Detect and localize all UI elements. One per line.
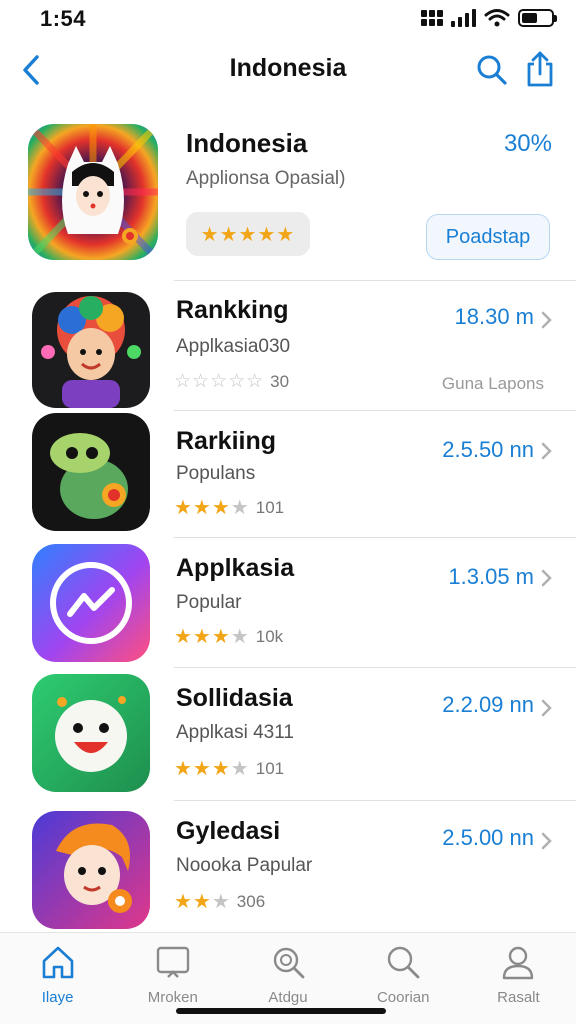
- divider: [174, 280, 576, 281]
- tab-label: Rasalt: [497, 989, 540, 1006]
- list-item[interactable]: Sollidasia Applkasi 4311 ★★★★ 101 2.2.09…: [0, 668, 576, 800]
- app-name: Gyledasi: [176, 817, 281, 845]
- app-icon: [32, 544, 150, 662]
- signal-icon: [451, 9, 476, 27]
- chevron-right-icon: [541, 311, 552, 329]
- rating-count: 10k: [255, 626, 284, 646]
- app-icon: [32, 674, 150, 792]
- status-time: 1:54: [40, 6, 87, 31]
- app-subtitle: Applkasi 4311: [176, 722, 294, 743]
- chevron-right-icon: [541, 442, 552, 460]
- featured-subtitle: Applionsa Opasial): [186, 168, 346, 189]
- search-icon: [388, 946, 420, 979]
- tab-label: Coorian: [376, 989, 430, 1006]
- tab-label: Ilaye: [41, 989, 74, 1006]
- app-subtitle: Applkasia030: [176, 336, 291, 357]
- app-rating: ★★★ 306: [174, 889, 265, 914]
- home-icon: [42, 946, 73, 979]
- chevron-right-icon: [541, 699, 552, 717]
- nav-bar: Indonesia: [0, 40, 576, 102]
- featured-app-name: Indonesia: [186, 128, 308, 158]
- featured-percent: 30%: [503, 130, 552, 157]
- rating-count: 30: [270, 371, 290, 391]
- wifi-icon: [484, 9, 510, 27]
- rating-count: 101: [255, 758, 285, 778]
- home-indicator[interactable]: [176, 1008, 386, 1014]
- app-name: Rarkiing: [176, 427, 277, 455]
- battery-icon: [518, 9, 557, 27]
- app-name: Applkasia: [176, 554, 295, 582]
- list-item[interactable]: Rankking Applkasia030 ☆☆☆☆☆ 30 18.30 m G…: [0, 282, 576, 410]
- rating-count: 101: [255, 497, 285, 517]
- star-rating-icon: ★★★★: [174, 497, 250, 519]
- featured-app-card[interactable]: Indonesia 30% Applionsa Opasial) ★★★★★ P…: [0, 118, 576, 278]
- app-size: 1.3.05 m: [448, 564, 534, 589]
- star-rating-icon: ☆☆☆☆☆: [174, 371, 265, 392]
- rating-count: 306: [236, 891, 266, 911]
- app-rating: ★★★★ 101: [174, 495, 284, 520]
- app-name: Rankking: [176, 296, 289, 324]
- chevron-right-icon: [541, 832, 552, 850]
- featured-action-button[interactable]: Poadstap: [426, 214, 550, 260]
- app-icon: [32, 811, 150, 929]
- app-size: 2.2.09 nn: [442, 692, 534, 717]
- monitor-icon: [156, 946, 189, 978]
- app-size: 2.5.00 nn: [442, 825, 534, 850]
- status-icons: [421, 8, 557, 28]
- app-rating: ☆☆☆☆☆ 30: [174, 370, 289, 393]
- tab-home[interactable]: Ilaye: [0, 933, 115, 1024]
- list-item[interactable]: Gyledasi Noooka Papular ★★★ 306 2.5.00 n…: [0, 801, 576, 929]
- person-icon: [503, 946, 534, 980]
- list-item[interactable]: Rarkiing Populans ★★★★ 101 2.5.50 nn: [0, 411, 576, 537]
- search-icon[interactable]: [474, 52, 510, 88]
- tab-label: Atdgu: [268, 989, 308, 1006]
- app-rating: ★★★★ 10k: [174, 624, 283, 649]
- featured-rating: ★★★★★: [186, 212, 310, 256]
- featured-app-icon: [28, 124, 158, 260]
- app-icon: [32, 292, 150, 408]
- list-item[interactable]: Applkasia Popular ★★★★ 10k 1.3.05 m: [0, 538, 576, 666]
- app-extra-label: Guna Lapons: [441, 374, 544, 393]
- tab-bar: Ilaye Mroken Atdgu Coorian Rasalt: [0, 932, 576, 1024]
- star-rating-icon: ★★★★★: [200, 223, 296, 246]
- app-subtitle: Noooka Papular: [176, 855, 313, 876]
- app-rating: ★★★★ 101: [174, 756, 284, 781]
- app-subtitle: Popular: [176, 592, 242, 613]
- share-icon[interactable]: [522, 50, 558, 88]
- app-size: 2.5.50 nn: [442, 437, 534, 462]
- tab-profile[interactable]: Rasalt: [461, 933, 576, 1024]
- app-name: Sollidasia: [176, 684, 293, 712]
- magnify-icon: [273, 947, 305, 979]
- star-rating-icon: ★★★★: [174, 626, 250, 648]
- chevron-right-icon: [541, 569, 552, 587]
- app-size: 18.30 m: [454, 304, 535, 329]
- star-rating-icon: ★★★: [174, 891, 231, 913]
- tab-label: Mroken: [147, 989, 198, 1006]
- app-icon: [32, 413, 150, 531]
- app-subtitle: Populans: [176, 463, 256, 484]
- status-bar: 1:54: [0, 0, 576, 38]
- cellular-dots-icon: [421, 10, 443, 26]
- star-rating-icon: ★★★★: [174, 758, 250, 780]
